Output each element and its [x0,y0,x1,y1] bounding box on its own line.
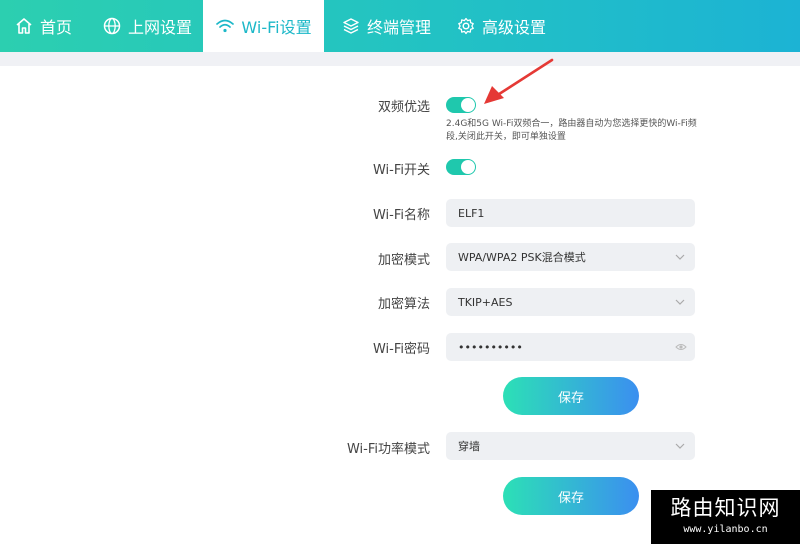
layers-icon [341,16,361,36]
power-mode-select[interactable]: 穿墙 [446,432,695,460]
wifi-icon [215,16,235,36]
eye-icon[interactable] [675,342,687,352]
wifi-password-field[interactable]: •••••••••• [446,333,695,361]
watermark-url: www.yilanbo.cn [683,524,768,535]
dual-band-label: 双频优选 [377,100,430,115]
tab-internet-settings[interactable]: 上网设置 [102,0,192,52]
save-power-button[interactable]: 保存 [503,477,639,515]
tab-wifi-settings[interactable]: Wi-Fi设置 [203,0,324,52]
dual-band-hint: 2.4G和5G Wi-Fi双频合一，路由器自动为您选择更快的Wi-Fi频段,关闭… [446,119,697,142]
dual-band-toggle[interactable] [446,97,476,113]
home-icon [14,16,34,36]
chevron-down-icon [675,443,685,449]
encryption-algo-label: 加密算法 [377,297,430,312]
tab-advanced-settings[interactable]: 高级设置 [456,0,546,52]
tab-internet-label: 上网设置 [128,18,193,37]
encryption-algo-select[interactable]: TKIP+AES [446,288,695,316]
tab-home-label: 首页 [40,18,73,37]
watermark-title: 路由知识网 [670,496,781,520]
watermark: 路由知识网 www.yilanbo.cn [651,490,800,544]
chevron-down-icon [675,299,685,305]
encryption-algo-value: TKIP+AES [458,295,513,309]
wifi-name-label: Wi-Fi名称 [372,208,430,223]
tab-advanced-label: 高级设置 [482,18,547,37]
sub-header-strip [0,52,800,66]
tab-terminal-management[interactable]: 终端管理 [341,0,431,52]
encryption-mode-label: 加密模式 [377,253,430,268]
power-mode-value: 穿墙 [458,440,480,453]
wifi-name-field[interactable] [446,199,695,227]
toggle-knob [461,98,475,112]
wifi-name-input[interactable] [458,206,658,220]
toggle-knob [461,160,475,174]
tab-terminal-label: 终端管理 [367,18,432,37]
wifi-switch-label: Wi-Fi开关 [372,163,430,178]
globe-icon [102,16,122,36]
tab-home[interactable]: 首页 [14,0,72,52]
wifi-password-label: Wi-Fi密码 [372,342,430,357]
tab-wifi-label: Wi-Fi设置 [241,18,312,37]
encryption-mode-select[interactable]: WPA/WPA2 PSK混合模式 [446,243,695,271]
wifi-switch-toggle[interactable] [446,159,476,175]
annotation-arrow-icon [484,58,554,104]
encryption-mode-value: WPA/WPA2 PSK混合模式 [458,251,586,264]
chevron-down-icon [675,254,685,260]
gear-icon [456,16,476,36]
power-mode-label: Wi-Fi功率模式 [346,442,430,457]
top-navigation: 首页 上网设置 Wi-Fi设置 终端管理 高级设置 [0,0,800,52]
wifi-password-value: •••••••••• [458,340,523,354]
save-button[interactable]: 保存 [503,377,639,415]
